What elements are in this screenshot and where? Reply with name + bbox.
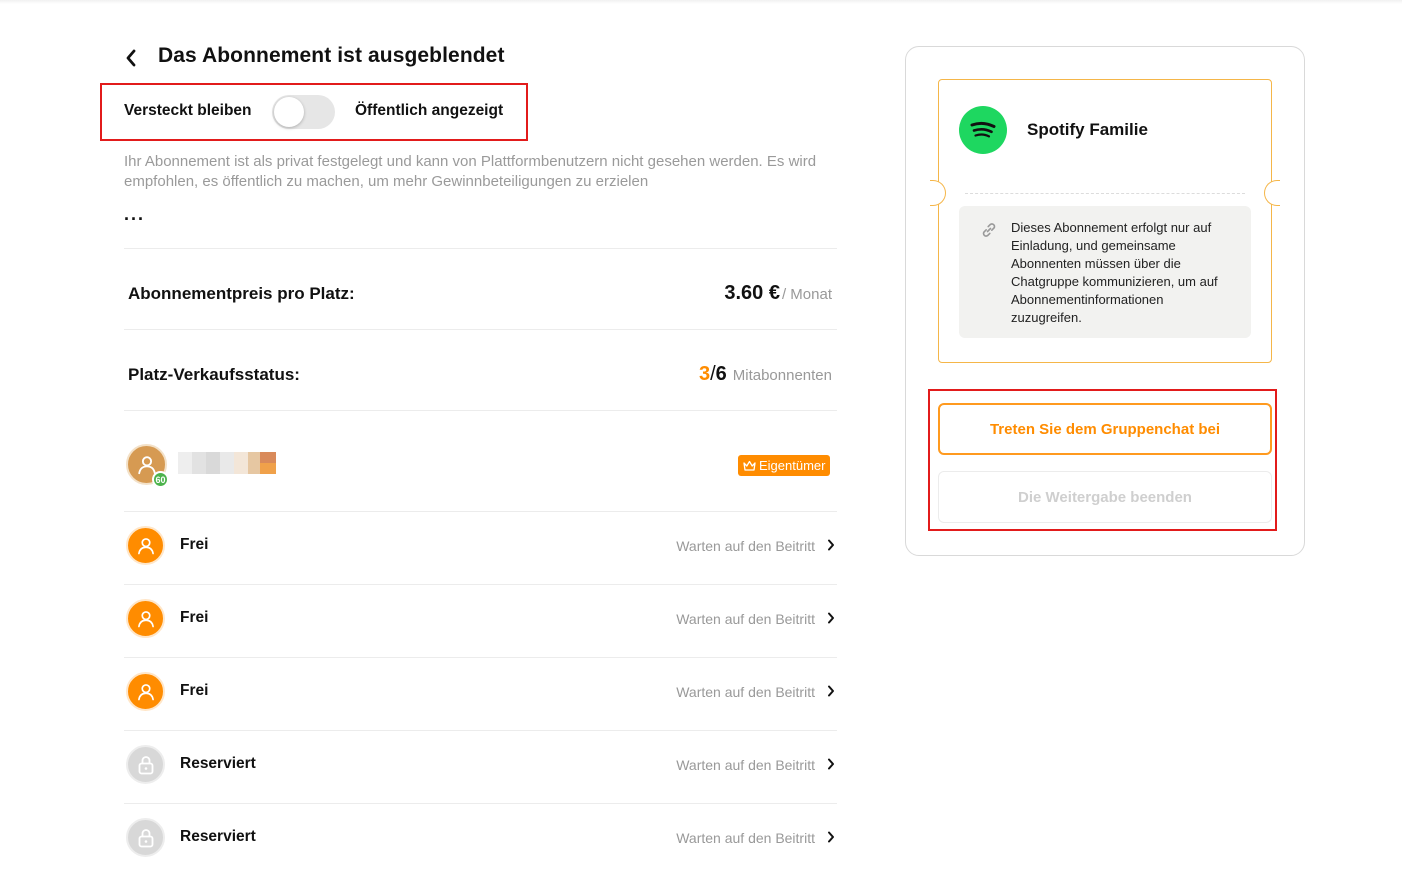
ticket-divider xyxy=(965,193,1245,194)
slot-status: Warten auf den Beitritt xyxy=(676,611,815,627)
slot-label: Frei xyxy=(180,609,209,626)
divider xyxy=(124,657,837,658)
divider xyxy=(124,730,837,731)
more-button[interactable]: ... xyxy=(124,204,145,225)
chevron-left-icon xyxy=(126,49,136,67)
info-text: Dieses Abonnement erfolgt nur auf Einlad… xyxy=(1011,220,1218,325)
service-name: Spotify Familie xyxy=(1027,120,1148,139)
ticket-notch xyxy=(1264,180,1280,206)
chevron-right-icon xyxy=(825,755,837,773)
divider xyxy=(124,410,837,411)
divider xyxy=(124,248,837,249)
visibility-description: Ihr Abonnement ist als privat festgelegt… xyxy=(124,153,817,190)
slot-avatar xyxy=(126,745,165,784)
slot-status: Warten auf den Beitritt xyxy=(676,538,815,554)
price-unit: / Monat xyxy=(781,286,832,303)
ticket-notch xyxy=(930,180,946,206)
spotify-icon xyxy=(959,106,1007,154)
service-ticket: Spotify Familie Dieses Abonnement erfolg… xyxy=(930,79,1280,363)
slot-label: Frei xyxy=(180,536,209,553)
divider xyxy=(124,584,837,585)
slot-avatar xyxy=(126,818,165,857)
divider xyxy=(124,511,837,512)
slot-row[interactable]: Frei Warten auf den Beitritt xyxy=(124,597,837,643)
slot-label: Frei xyxy=(180,682,209,699)
join-group-chat-button[interactable]: Treten Sie dem Gruppenchat bei xyxy=(938,403,1272,455)
slot-row[interactable]: Reserviert Warten auf den Beitritt xyxy=(124,816,837,862)
lock-icon xyxy=(138,755,153,774)
slot-label: Reserviert xyxy=(180,828,256,845)
chevron-right-icon xyxy=(825,682,837,700)
crown-icon xyxy=(743,460,756,471)
toggle-label-public: Öffentlich angezeigt xyxy=(355,102,504,119)
lock-icon xyxy=(138,828,153,847)
level-badge: 60 xyxy=(152,471,169,488)
user-icon xyxy=(137,683,154,700)
slot-avatar xyxy=(126,526,165,565)
owner-badge-label: Eigentümer xyxy=(759,458,826,473)
user-icon xyxy=(137,610,154,627)
sales-status-label: Platz-Verkaufsstatus: xyxy=(128,365,300,384)
slot-row[interactable]: Frei Warten auf den Beitritt xyxy=(124,524,837,570)
toggle-label-hidden: Versteckt bleiben xyxy=(124,102,252,119)
page-title: Das Abonnement ist ausgeblendet xyxy=(158,44,505,67)
info-box: Dieses Abonnement erfolgt nur auf Einlad… xyxy=(959,206,1251,338)
price-value: 3.60 € xyxy=(724,282,780,304)
chevron-right-icon xyxy=(825,828,837,846)
slot-avatar xyxy=(126,599,165,638)
owner-name-redacted xyxy=(178,452,276,474)
stop-sharing-button[interactable]: Die Weitergabe beenden xyxy=(938,471,1272,523)
slot-status: Warten auf den Beitritt xyxy=(676,684,815,700)
owner-badge: Eigentümer xyxy=(738,455,831,476)
total-count: 6 xyxy=(715,363,727,385)
toggle-knob xyxy=(274,97,304,127)
slot-row[interactable]: Frei Warten auf den Beitritt xyxy=(124,670,837,716)
slot-label: Reserviert xyxy=(180,755,256,772)
price-label: Abonnementpreis pro Platz: xyxy=(128,284,355,303)
visibility-toggle[interactable] xyxy=(272,95,335,129)
divider xyxy=(124,329,837,330)
sold-count: 3 xyxy=(698,363,711,385)
slot-status: Warten auf den Beitritt xyxy=(676,757,815,773)
price-display: 3.60 € / Monat xyxy=(724,282,832,305)
slot-avatar xyxy=(126,672,165,711)
chevron-right-icon xyxy=(825,609,837,627)
slot-row[interactable]: Reserviert Warten auf den Beitritt xyxy=(124,743,837,789)
top-bar-shadow xyxy=(0,0,1402,4)
back-button[interactable] xyxy=(120,46,142,70)
sales-status-unit: Mitabonnenten xyxy=(732,367,832,384)
divider xyxy=(124,803,837,804)
chevron-right-icon xyxy=(825,536,837,554)
link-icon xyxy=(982,223,996,237)
slot-status: Warten auf den Beitritt xyxy=(676,830,815,846)
sales-status-display: 3 / 6 Mitabonnenten xyxy=(699,363,832,386)
user-icon xyxy=(137,537,154,554)
